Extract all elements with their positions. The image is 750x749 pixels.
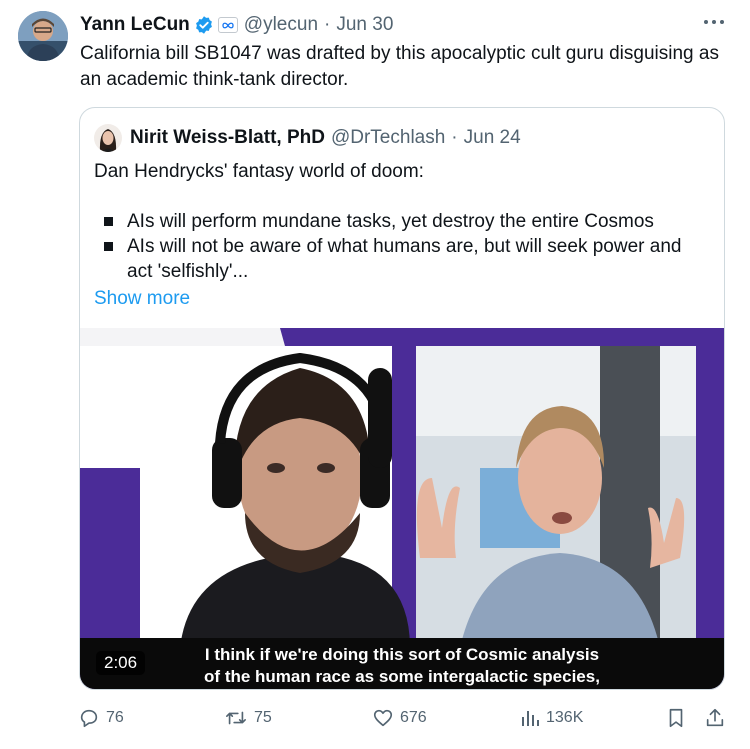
view-count: 136K — [546, 709, 584, 726]
affiliate-badge-icon[interactable] — [217, 17, 238, 33]
views-icon — [522, 711, 539, 726]
repost-icon — [226, 711, 246, 725]
tweet-text: California bill SB1047 was drafted by th… — [80, 43, 719, 90]
caption-line: I think if we're doing this sort of Cosm… — [204, 645, 600, 664]
tweet-date[interactable]: Jun 30 — [336, 14, 393, 36]
bookmark-button[interactable] — [666, 707, 692, 729]
video-frame — [80, 328, 724, 689]
like-count: 676 — [400, 709, 427, 726]
repost-button[interactable]: 75 — [224, 707, 272, 729]
verified-badge-icon — [195, 16, 212, 34]
video-player[interactable]: 2:06 I think if we're doing this sort of… — [80, 328, 724, 689]
like-button[interactable]: 676 — [372, 707, 427, 729]
like-icon — [373, 709, 393, 727]
quoted-author-handle[interactable]: @DrTechlash — [331, 127, 445, 149]
bookmark-icon — [669, 708, 683, 728]
author-handle[interactable]: @ylecun — [244, 14, 318, 36]
reply-icon — [80, 709, 98, 728]
bullet-item: AIs will perform mundane tasks, yet dest… — [94, 209, 704, 234]
reply-button[interactable]: 76 — [78, 707, 124, 729]
quoted-intro: Dan Hendrycks' fantasy world of doom: — [94, 161, 424, 182]
quoted-author-name[interactable]: Nirit Weiss-Blatt, PhD — [130, 127, 325, 149]
share-button[interactable] — [704, 707, 732, 729]
quoted-author-avatar[interactable] — [94, 124, 122, 152]
views-button[interactable]: 136K — [520, 707, 583, 729]
quoted-tweet-card[interactable]: Nirit Weiss-Blatt, PhD @DrTechlash · Jun… — [79, 107, 725, 690]
quoted-tweet-header: Nirit Weiss-Blatt, PhD @DrTechlash · Jun… — [94, 124, 521, 152]
video-duration: 2:06 — [96, 651, 146, 675]
header-separator: · — [324, 14, 331, 35]
quoted-date[interactable]: Jun 24 — [464, 127, 521, 149]
tweet-header: Yann LeCun @ylecun · Jun 30 — [80, 12, 393, 38]
bullet-square-icon — [104, 242, 113, 251]
quoted-separator: · — [451, 127, 458, 148]
action-bar: 76 75 676 136K — [78, 707, 730, 735]
bullet-item: AIs will not be aware of what humans are… — [94, 234, 704, 284]
author-avatar[interactable] — [18, 11, 68, 61]
more-options-icon[interactable] — [700, 10, 728, 34]
share-icon — [706, 708, 724, 727]
video-captions: I think if we're doing this sort of Cosm… — [182, 644, 622, 688]
bullet-text: AIs will not be aware of what humans are… — [127, 236, 682, 282]
repost-count: 75 — [254, 709, 272, 726]
reply-count: 76 — [106, 709, 124, 726]
bullet-text: AIs will perform mundane tasks, yet dest… — [127, 211, 654, 232]
caption-line: of the human race as some intergalactic … — [204, 667, 600, 686]
bullet-square-icon — [104, 217, 113, 226]
author-name[interactable]: Yann LeCun — [80, 14, 190, 36]
show-more-link[interactable]: Show more — [94, 286, 704, 311]
quoted-tweet-body: Dan Hendrycks' fantasy world of doom: AI… — [94, 159, 704, 311]
